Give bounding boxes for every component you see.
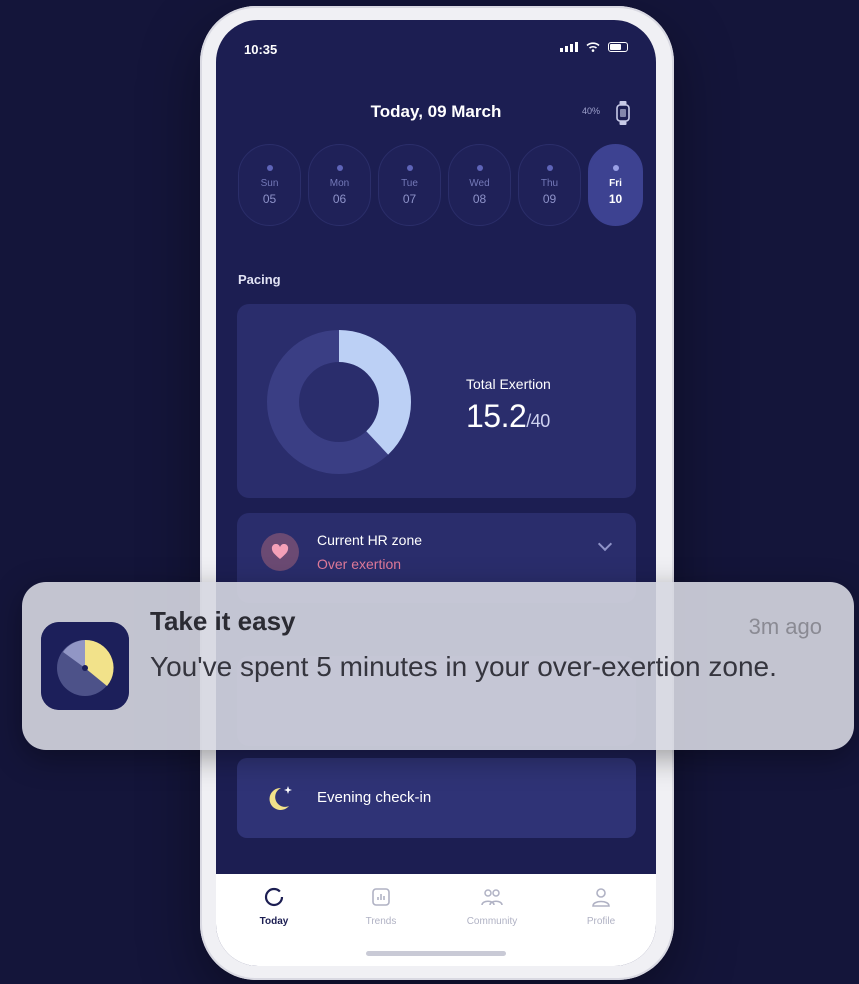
day-name: Wed <box>469 177 490 189</box>
day-dot <box>336 164 343 171</box>
heart-icon <box>271 544 289 559</box>
evening-checkin-card[interactable]: Evening check-in <box>237 758 636 838</box>
push-notification[interactable]: Take it easy 3m ago You've spent 5 minut… <box>22 582 854 750</box>
day-selector: Sun 05 Mon 06 Tue 07 Wed 08 Thu 09 Fri 10 <box>238 144 643 226</box>
system-icons <box>560 42 628 52</box>
day-number: 06 <box>332 191 347 206</box>
evening-checkin-label: Evening check-in <box>317 789 432 806</box>
day-number: 09 <box>542 191 557 206</box>
trends-chart-icon <box>372 888 390 906</box>
watch-battery-readout: 40% <box>581 106 600 116</box>
day-name: Mon <box>329 177 350 189</box>
day-dot <box>546 164 553 171</box>
chevron-down-icon[interactable] <box>597 536 613 552</box>
exertion-donut-chart <box>267 330 411 474</box>
hr-zone-value: Over exertion <box>317 556 402 572</box>
day-dot <box>476 164 483 171</box>
tab-bar: Today Trends Community Profile <box>216 874 656 966</box>
heart-badge <box>261 533 299 571</box>
phone-screen: 10:35 Today, 09 March 40% Sun 05 Mon 06 Tue 0… <box>216 20 656 966</box>
day-name: Sun <box>260 177 279 189</box>
day-chip-wed[interactable]: Wed 08 <box>448 144 511 226</box>
day-number: 05 <box>262 191 277 206</box>
profile-icon <box>592 888 610 907</box>
total-exertion-label: Total Exertion <box>466 376 551 392</box>
today-ring-icon <box>264 887 284 907</box>
day-chip-sun[interactable]: Sun 05 <box>238 144 301 226</box>
status-time: 10:35 <box>244 42 278 57</box>
tab-trends[interactable]: Trends <box>341 886 421 927</box>
battery-icon <box>608 42 628 52</box>
pacing-card[interactable]: Total Exertion 15.2/40 <box>237 304 636 498</box>
home-indicator[interactable] <box>366 951 506 956</box>
tab-label: Profile <box>586 916 616 927</box>
day-name: Fri <box>609 177 622 189</box>
day-chip-fri[interactable]: Fri 10 <box>588 144 643 226</box>
date-header: Today, 09 March 40% <box>216 100 656 128</box>
moon-icon <box>269 786 292 810</box>
exertion-current: 15.2 <box>466 398 527 434</box>
hr-zone-title: Current HR zone <box>317 532 423 548</box>
app-icon <box>41 622 129 710</box>
day-chip-mon[interactable]: Mon 06 <box>308 144 371 226</box>
notification-time: 3m ago <box>748 614 822 639</box>
day-number: 07 <box>402 191 417 206</box>
day-dot <box>266 164 273 171</box>
tab-community[interactable]: Community <box>452 886 532 927</box>
day-chip-tue[interactable]: Tue 07 <box>378 144 441 226</box>
day-number: 08 <box>472 191 487 206</box>
notification-title: Take it easy <box>150 606 296 636</box>
signal-icon <box>560 42 578 52</box>
tab-label: Trends <box>365 916 397 927</box>
day-dot <box>406 164 413 171</box>
day-chip-thu[interactable]: Thu 09 <box>518 144 581 226</box>
day-dot <box>612 164 619 171</box>
community-icon <box>481 889 503 906</box>
tab-profile[interactable]: Profile <box>561 886 641 927</box>
tab-label: Community <box>466 916 518 927</box>
section-title-pacing: Pacing <box>238 272 281 287</box>
smartwatch-icon[interactable] <box>614 100 632 126</box>
notification-body: You've spent 5 minutes in your over-exer… <box>150 651 777 682</box>
day-name: Tue <box>401 177 418 189</box>
total-exertion-value: 15.2/40 <box>466 398 550 435</box>
day-name: Thu <box>540 177 559 189</box>
tab-today[interactable]: Today <box>234 886 314 927</box>
status-bar: 10:35 <box>216 20 656 80</box>
exertion-max: /40 <box>526 411 550 431</box>
tab-label: Today <box>259 916 289 927</box>
wifi-icon <box>586 42 600 52</box>
day-number: 10 <box>608 191 623 206</box>
